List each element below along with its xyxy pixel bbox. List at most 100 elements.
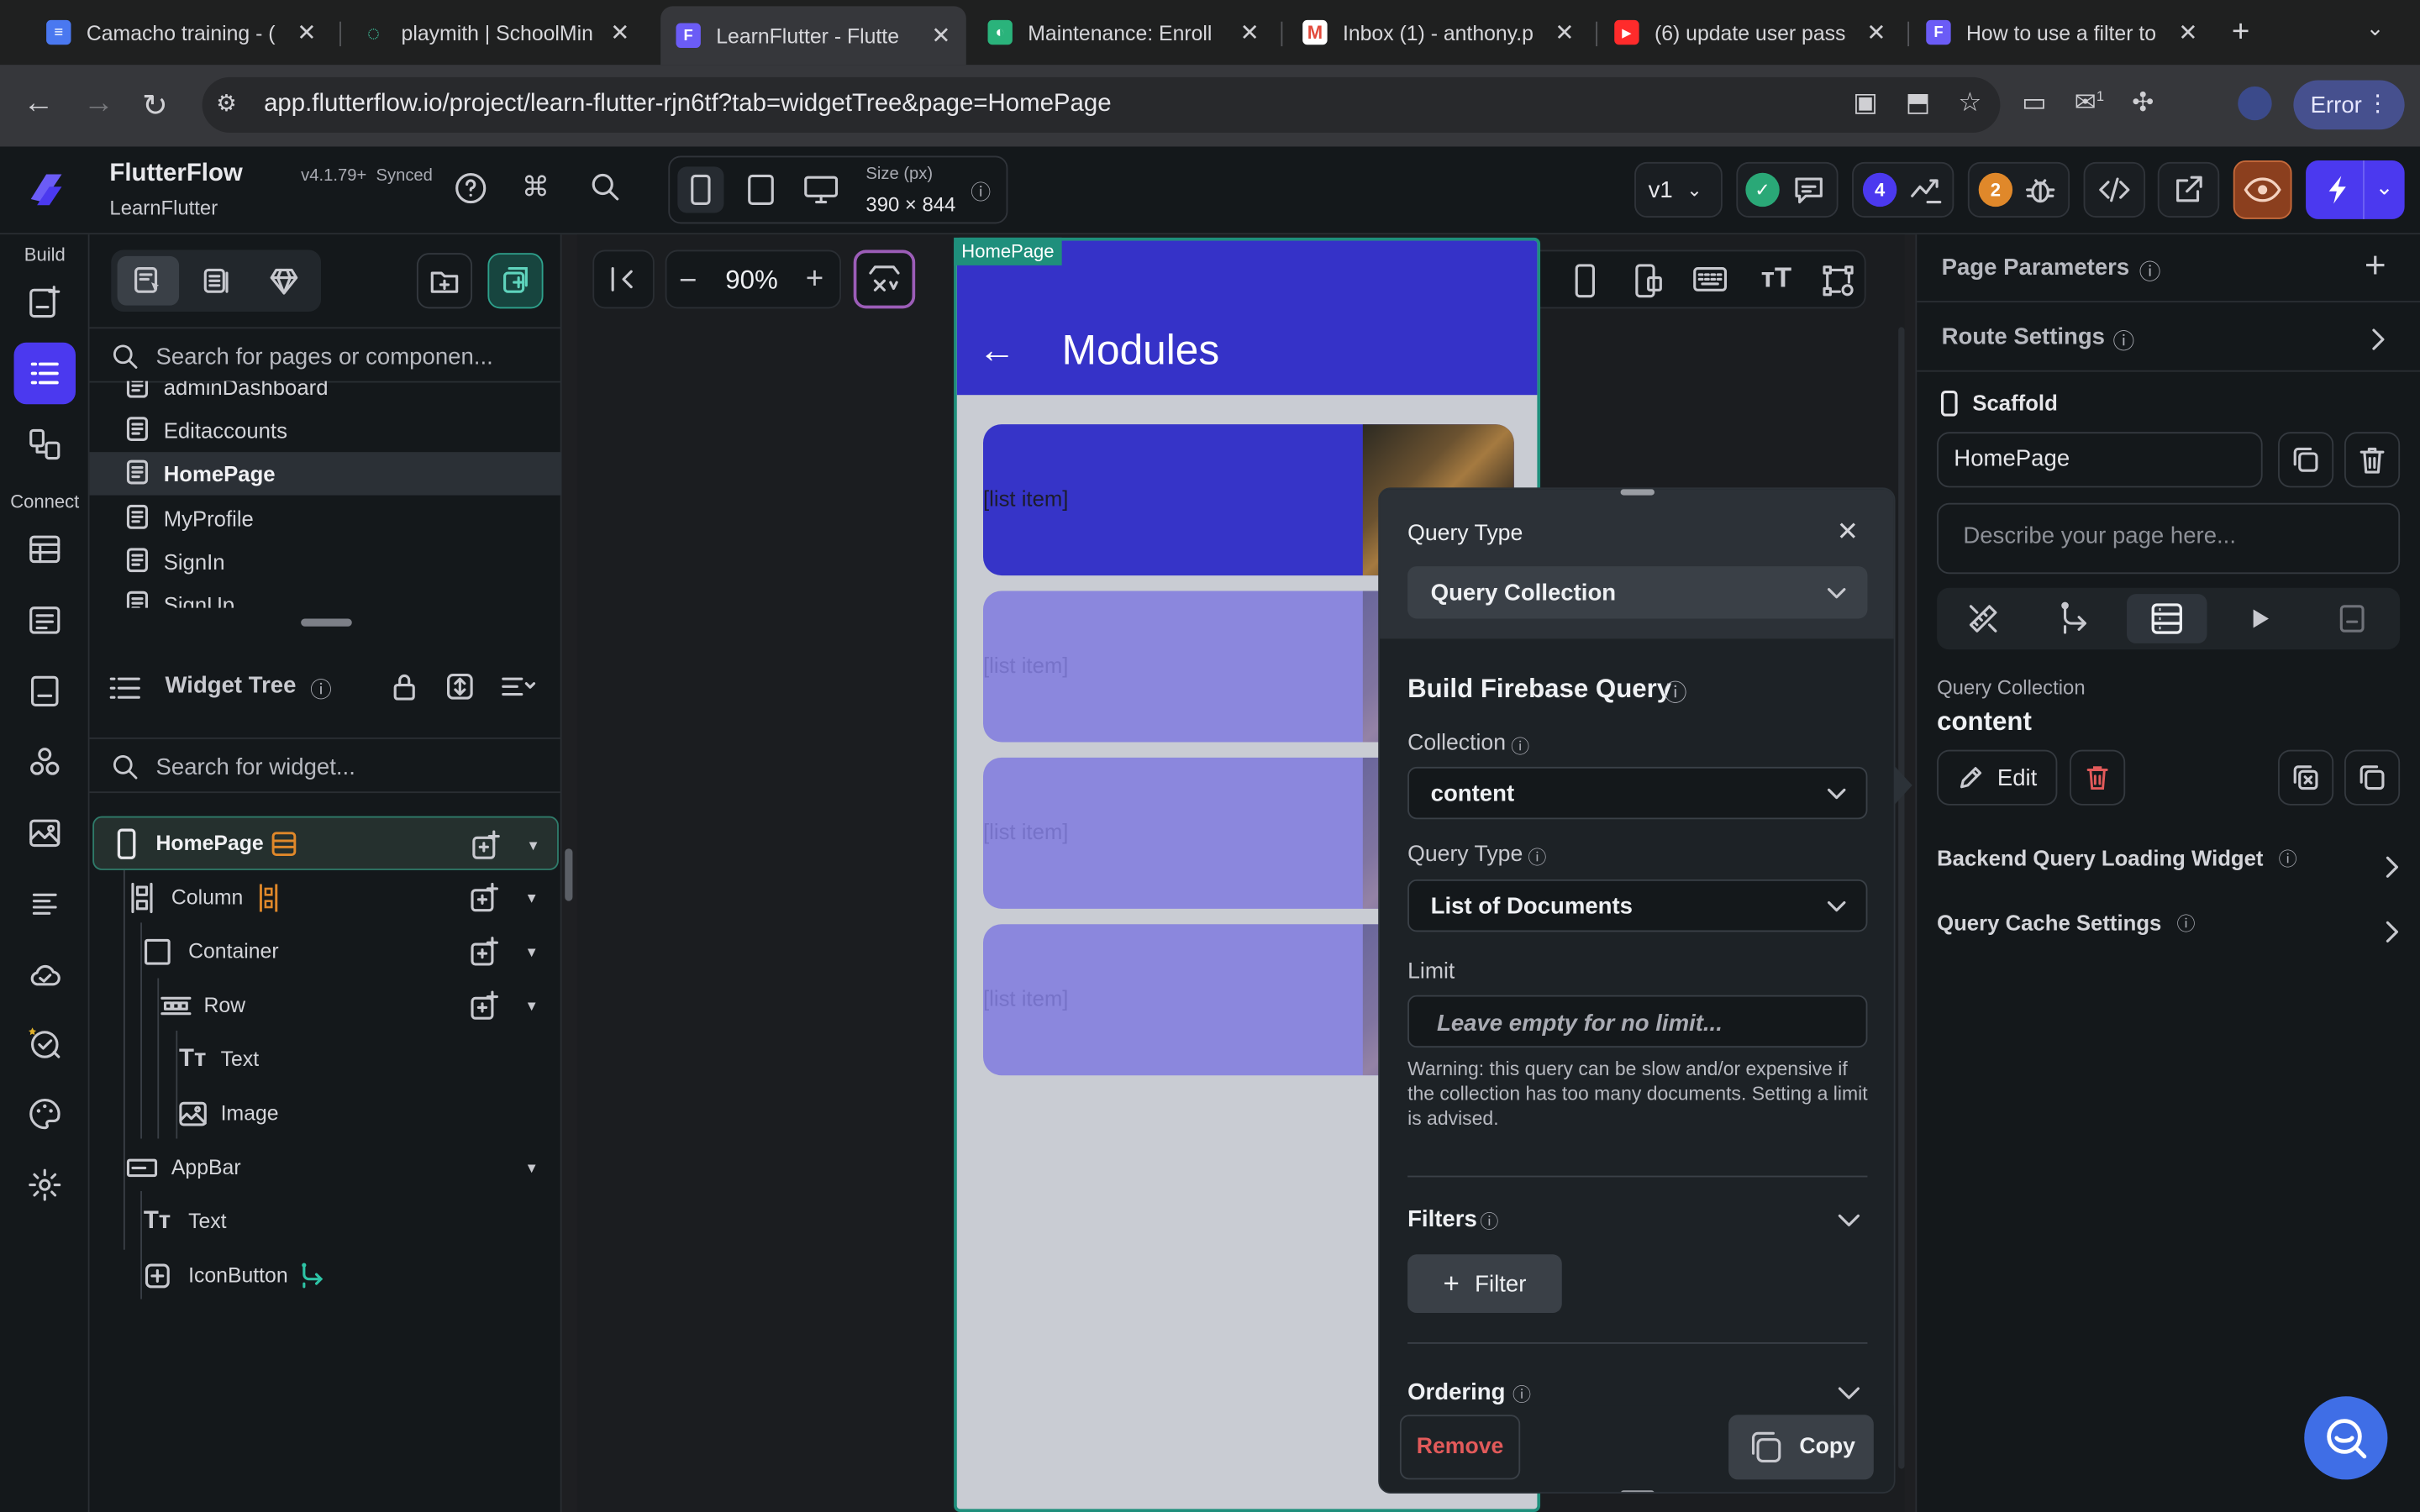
page-item[interactable]: Editaccounts [90, 409, 562, 452]
error-button[interactable]: Error ⋮ [2293, 80, 2405, 130]
tree-node-appbar-text[interactable]: Tт Text [90, 1194, 562, 1248]
zoom-out-icon[interactable]: − [679, 264, 697, 299]
browser-tab[interactable]: ▶ (6) update user pass ✕ [1599, 9, 1902, 55]
count-badge[interactable]: 4 [1862, 172, 1897, 207]
tree-node-iconbutton[interactable]: IconButton [90, 1248, 562, 1302]
add-filter-button[interactable]: + Filter [1407, 1254, 1562, 1314]
app-bar-title[interactable]: Modules [1062, 327, 1219, 375]
page-name-input[interactable] [1954, 445, 2248, 473]
close-icon[interactable]: ✕ [931, 22, 950, 50]
tab-animations[interactable] [2219, 594, 2300, 643]
more-vertical-icon[interactable]: ⋮ [2366, 90, 2390, 117]
forward-arrow-icon[interactable]: → [83, 87, 114, 122]
delete-query-button[interactable] [2070, 749, 2126, 806]
chevron-down-icon[interactable] [1837, 1210, 1861, 1231]
caret-down-icon[interactable]: ▼ [524, 998, 538, 1013]
add-page-button[interactable] [487, 253, 544, 309]
resize-handle[interactable] [301, 618, 352, 627]
preview-button[interactable] [2233, 160, 2292, 219]
info-icon[interactable]: ⓘ [1511, 732, 1529, 759]
page-item[interactable]: MyProfile [90, 496, 562, 539]
chevron-down-icon[interactable] [1837, 1383, 1861, 1404]
cast-icon[interactable]: ▭ [2022, 88, 2047, 119]
tab-page-settings[interactable] [2312, 594, 2392, 643]
nav-tests[interactable] [14, 1012, 76, 1074]
tab-backend-query[interactable] [2127, 594, 2207, 643]
tree-node-appbar[interactable]: AppBar ▼ [90, 1140, 562, 1194]
chevron-right-icon[interactable] [2370, 327, 2386, 351]
bounding-box-icon[interactable] [1821, 264, 1854, 297]
browser-tab[interactable]: M Inbox (1) - anthony.p ✕ [1287, 9, 1590, 55]
run-button[interactable]: ⌄ [2306, 160, 2405, 219]
duplicate-page-button[interactable] [2278, 432, 2334, 488]
close-icon[interactable]: ✕ [610, 18, 629, 46]
tree-node-homepage[interactable]: HomePage ▼ [92, 816, 559, 870]
profile-avatar[interactable] [2238, 86, 2272, 121]
bookmark-star-icon[interactable]: ☆ [1958, 88, 1981, 119]
desktop-device-button[interactable] [798, 166, 844, 213]
tree-node-image[interactable]: Image [90, 1086, 562, 1140]
copy-query-button[interactable] [2344, 749, 2401, 806]
caret-down-icon[interactable]: ▼ [524, 890, 538, 906]
caret-down-icon[interactable]: ▼ [524, 944, 538, 959]
route-settings-section[interactable]: Route Settings ⓘ [1917, 304, 2420, 372]
close-icon[interactable]: ✕ [1555, 18, 1574, 46]
info-icon[interactable]: ⓘ [1528, 844, 1546, 870]
version-select[interactable]: v1 ⌄ [1634, 161, 1723, 218]
install-app-icon[interactable]: ⬒ [1906, 88, 1931, 119]
page-item[interactable]: SignUp [90, 583, 562, 608]
tree-node-row[interactable]: Row ▼ [90, 978, 562, 1032]
limit-field[interactable] [1407, 995, 1868, 1048]
info-icon[interactable]: ⓘ [1512, 1381, 1531, 1407]
browser-tab[interactable]: ◐ Maintenance: Enroll ✕ [972, 9, 1275, 55]
code-view-button[interactable] [2083, 161, 2146, 218]
info-icon[interactable]: ⓘ [971, 176, 991, 205]
extension-badge-icon[interactable]: ✉1 [2075, 88, 2104, 119]
nav-cloud[interactable] [14, 944, 76, 1005]
add-folder-button[interactable] [416, 253, 473, 309]
pages-tab[interactable] [117, 255, 180, 306]
nav-api[interactable] [14, 660, 76, 722]
merge-icon[interactable] [1909, 175, 1943, 206]
nav-firestore[interactable] [14, 518, 76, 580]
drag-handle[interactable] [1620, 489, 1655, 496]
close-icon[interactable]: ✕ [2178, 18, 2197, 46]
comment-icon[interactable] [1791, 175, 1825, 206]
tab-properties[interactable] [1943, 594, 2023, 643]
nav-add-page[interactable] [14, 271, 76, 333]
reload-icon[interactable]: ↻ [142, 87, 168, 125]
page-description-input[interactable] [1963, 522, 2381, 560]
add-child-icon[interactable] [469, 990, 500, 1026]
browser-tab[interactable]: F How to use a filter to ✕ [1911, 9, 2213, 55]
back-arrow-icon[interactable]: ← [978, 330, 1015, 373]
support-chat-button[interactable] [2304, 1396, 2388, 1480]
zoom-in-icon[interactable]: + [806, 262, 823, 297]
text-scale-icon[interactable]: тT [1761, 262, 1791, 295]
nav-components[interactable] [14, 732, 76, 793]
add-child-icon[interactable] [469, 937, 500, 972]
chevron-down-icon[interactable]: ⌄ [2375, 175, 2394, 201]
page-name-field[interactable] [1937, 432, 2263, 488]
info-icon[interactable]: ⓘ [1480, 1208, 1498, 1234]
tree-node-text[interactable]: Tт Text [90, 1032, 562, 1086]
page-parameters-section[interactable]: Page Parameters ⓘ + [1917, 234, 2420, 303]
nav-text-styles[interactable] [14, 874, 76, 935]
edit-query-button[interactable]: Edit [1937, 749, 2058, 806]
tablet-device-button[interactable] [738, 166, 784, 213]
tab-actions[interactable] [2034, 594, 2115, 643]
nav-media[interactable] [14, 802, 76, 864]
open-external-button[interactable] [2157, 161, 2220, 218]
panel-scrollbar[interactable] [565, 848, 573, 901]
info-icon[interactable]: ⓘ [2112, 326, 2134, 357]
drag-handle[interactable] [1620, 1490, 1655, 1493]
site-settings-icon[interactable]: ⚙ [216, 90, 237, 117]
close-icon[interactable]: ✕ [1837, 517, 1859, 548]
nav-storyboard[interactable] [14, 413, 76, 475]
close-icon[interactable]: ✕ [1240, 18, 1260, 46]
nav-settings[interactable] [14, 1154, 76, 1215]
canvas-scrollbar[interactable] [1898, 327, 1905, 1469]
page-item[interactable]: adminDashboard [90, 381, 562, 409]
remove-button[interactable]: Remove [1399, 1415, 1521, 1480]
nav-app-state[interactable] [14, 590, 76, 651]
info-icon[interactable]: ⓘ [2177, 913, 2196, 935]
